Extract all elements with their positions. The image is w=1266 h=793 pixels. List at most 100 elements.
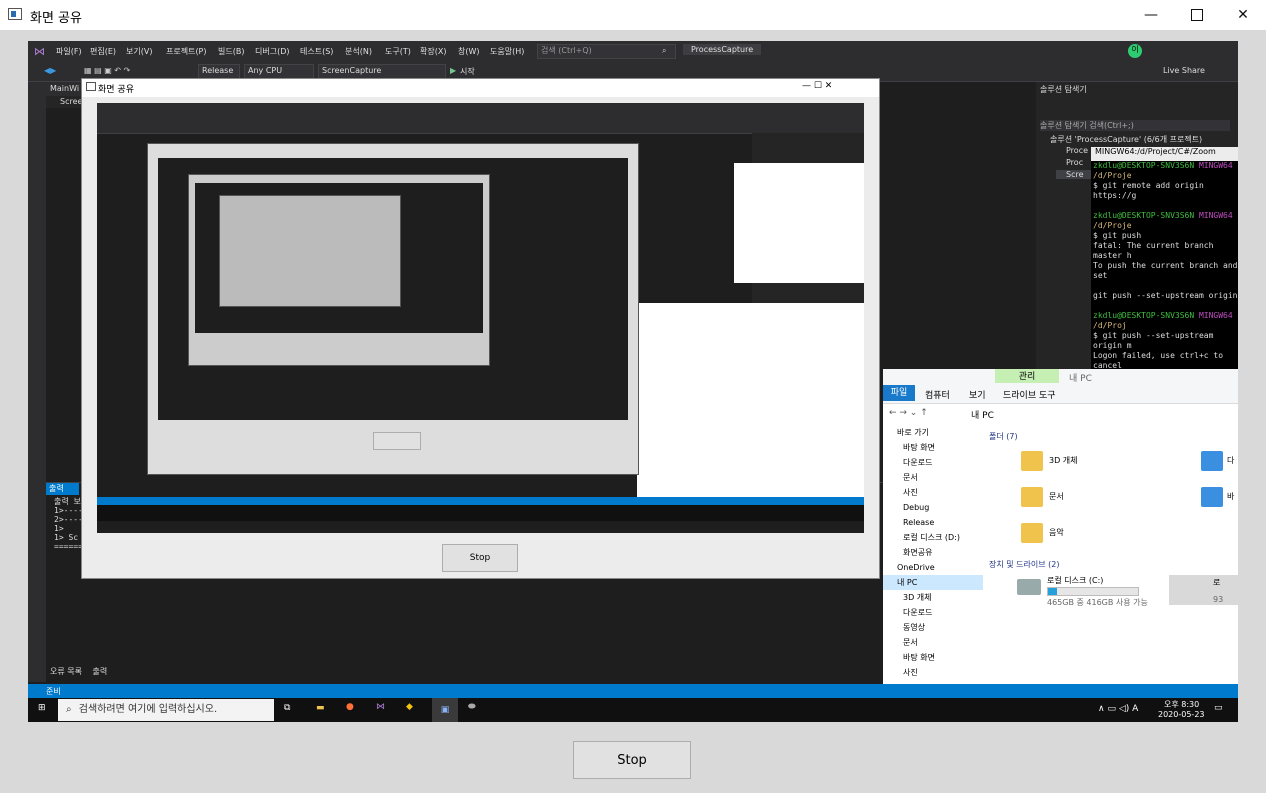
menu-item: 보기(V): [126, 47, 153, 56]
menu-item: 편집(E): [90, 47, 117, 56]
menu-item: 확장(X): [420, 47, 447, 56]
close-button[interactable]: ✕: [1220, 0, 1266, 30]
status-text: 준비: [46, 687, 61, 696]
vs-logo-icon: ⋈: [34, 45, 45, 58]
vs-left-dock: [28, 82, 46, 682]
nav-item: 바탕 화면: [903, 653, 935, 662]
nav-item: 3D 개체: [903, 593, 932, 602]
file-explorer: 관리 내 PC 파일 컴퓨터 보기 드라이브 도구 ← → ⌄ ↑ 내 PC 바…: [883, 369, 1238, 698]
start-label: 시작: [460, 67, 475, 76]
nav-arrows-icon: ← → ⌄ ↑: [889, 408, 928, 418]
status-bar: 준비: [28, 684, 1238, 698]
drive-c-usage-bar: [1047, 587, 1139, 596]
windows-start-icon: ⊞: [38, 703, 46, 713]
drive-icon: [1017, 579, 1041, 595]
terminal-line: $ git push: [1093, 231, 1142, 240]
folder-icon: [1021, 487, 1043, 507]
folder-label: 다: [1227, 456, 1235, 465]
drive-d-usage: 93: [1213, 595, 1224, 604]
nav-item: Debug: [903, 503, 930, 512]
solution-explorer-title: 솔루션 탐색기: [1040, 85, 1087, 94]
folders-header: 폴더 (7): [989, 432, 1018, 441]
drive-d-name: 로: [1213, 578, 1221, 587]
menu-item: 빌드(B): [218, 47, 245, 56]
task-view-icon: ⧉: [284, 703, 291, 713]
platform-dropdown: Any CPU: [248, 66, 283, 75]
folder-icon: [1201, 451, 1223, 471]
menu-item: 파일(F): [56, 47, 82, 56]
startup-dropdown: ScreenCapture: [322, 66, 382, 75]
terminal-line: fatal: The current branch master h: [1093, 241, 1214, 260]
folder-icon: [1021, 523, 1043, 543]
ribbon-tab-computer: 컴퓨터: [925, 391, 950, 401]
visual-studio-icon: ⋈: [376, 702, 385, 712]
nav-item: 사진: [903, 488, 918, 497]
menu-item: 창(W): [458, 47, 480, 56]
terminal-line: zkdlu@DESKTOP-SNV3S6N MINGW64 /d/Proj: [1093, 311, 1233, 330]
folder-label: 문서: [1049, 492, 1064, 501]
terminal-line: git push --set-upstream origin: [1093, 291, 1238, 300]
terminal-line: To push the current branch and set: [1093, 261, 1238, 280]
nav-item: 사진: [903, 668, 918, 677]
drive-c-usage: 465GB 중 416GB 사용 가능: [1047, 598, 1148, 607]
terminal-line: zkdlu@DESKTOP-SNV3S6N MINGW64 /d/Proje: [1093, 161, 1233, 180]
play-icon: ▶: [450, 66, 457, 75]
firefox-icon: ●: [346, 702, 354, 712]
content-area: ⋈ 파일(F) 편집(E) 보기(V) 프로젝트(P) 빌드(B) 디버그(D)…: [0, 30, 1266, 793]
drive-c-name: 로컬 디스크 (C:): [1047, 576, 1104, 585]
menu-item: 도구(T): [385, 47, 411, 56]
app-icon: ⬬: [468, 702, 476, 712]
window-title: 화면 공유: [30, 11, 82, 26]
terminal-line: $ git remote add origin https://g: [1093, 181, 1204, 200]
nav-item: 동영상: [903, 623, 926, 632]
nav-item: 다운로드: [903, 608, 933, 617]
clock-date: 2020-05-23: [1158, 710, 1205, 719]
taskbar: ⊞ ⌕ 검색하려면 여기에 입력하십시오. ⧉ ▬ ● ⋈ ◆ ▣ ⬬ ∧ ▭ …: [28, 698, 1238, 722]
menu-item: 분석(N): [345, 47, 372, 56]
app-icon: [8, 8, 22, 20]
nav-item: 문서: [903, 473, 918, 482]
nav-item: 다운로드: [903, 458, 933, 467]
nested-window-controls: — ☐ ✕: [802, 81, 833, 91]
toolbar-icons: ▦ ▤ ▣ ↶ ↷: [84, 66, 131, 75]
menu-item: 도움말(H): [490, 47, 525, 56]
notification-icon: ▭: [1214, 703, 1223, 713]
ribbon-tab-view: 보기: [969, 391, 986, 401]
tab-output: 출력: [92, 667, 108, 676]
folder-label: 음악: [1049, 528, 1064, 537]
output-title: 출력: [46, 483, 79, 495]
back-icon: ◀▶: [44, 66, 57, 75]
tab-error-list: 오류 목록: [50, 667, 82, 676]
nav-item: OneDrive: [897, 563, 935, 572]
search-icon: ⌕: [66, 704, 72, 715]
manage-tab: 관리: [995, 369, 1059, 383]
nav-item: 화면공유: [903, 548, 933, 557]
folder-label: 바: [1227, 492, 1235, 501]
terminal-title: MINGW64:/d/Project/C#/Zoom: [1091, 147, 1238, 161]
terminal-line: zkdlu@DESKTOP-SNV3S6N MINGW64 /d/Proje: [1093, 211, 1233, 230]
explorer-main-pane: 폴더 (7) 3D 개체 다 문서 바 음악 장치 및 드라이브 (2) 로컬 …: [985, 425, 1238, 698]
menu-item: 디버그(D): [255, 47, 290, 56]
drive-d-tile: 로 93: [1169, 575, 1238, 605]
explorer-title: 내 PC: [1069, 374, 1092, 384]
nested-share-window: 화면 공유 — ☐ ✕ Stop: [81, 78, 880, 579]
maximize-button[interactable]: [1174, 0, 1220, 30]
tree-item: Proc: [1066, 158, 1084, 167]
stop-button[interactable]: Stop: [573, 741, 691, 779]
live-share-label: Live Share: [1163, 66, 1205, 75]
address-bar: 내 PC: [971, 411, 994, 421]
minimize-button[interactable]: —: [1128, 0, 1174, 30]
explorer-nav-pane: 바로 가기 바탕 화면 다운로드 문서 사진 Debug Release 로컬 디스크 (D:…: [883, 425, 983, 698]
nav-item: Release: [903, 518, 935, 527]
title-bar: 화면 공유 — ✕: [0, 0, 1266, 30]
ribbon-tab-drive-tools: 드라이브 도구: [1003, 391, 1056, 401]
nested-capture: [97, 103, 864, 533]
terminal-line: Logon failed, use ctrl+c to cancel: [1093, 351, 1224, 370]
tree-item: Proce: [1066, 146, 1089, 155]
captured-screen: ⋈ 파일(F) 편집(E) 보기(V) 프로젝트(P) 빌드(B) 디버그(D)…: [28, 41, 1238, 722]
nav-item: 내 PC: [883, 575, 983, 590]
menu-item: 프로젝트(P): [166, 47, 207, 56]
